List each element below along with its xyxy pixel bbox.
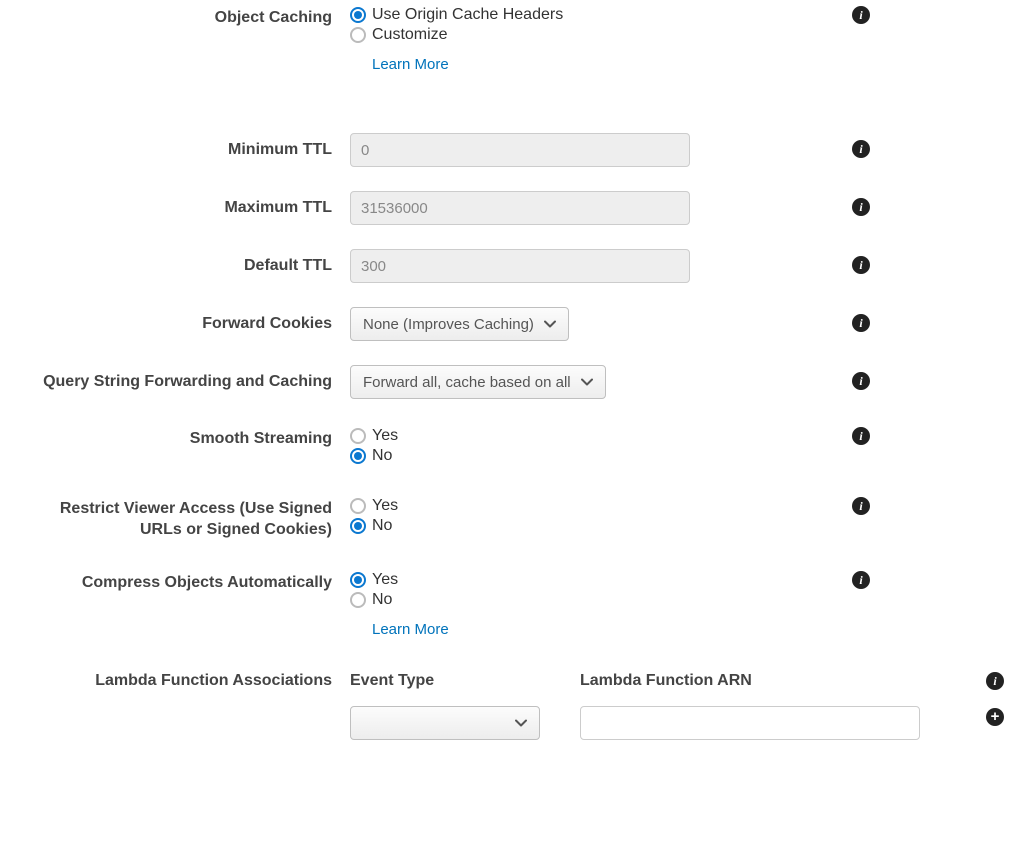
row-maximum-ttl: Maximum TTL i [20,191,1004,225]
learn-more-link[interactable]: Learn More [372,621,449,638]
radio-customize[interactable]: Customize [350,26,830,44]
row-query-string: Query String Forwarding and Caching Forw… [20,365,1004,399]
radio-icon[interactable] [350,7,366,23]
dropdown-value: Forward all, cache based on all [363,374,571,391]
info-icon[interactable]: i [852,256,870,274]
row-minimum-ttl: Minimum TTL i [20,133,1004,167]
header-arn: Lambda Function ARN [580,672,946,690]
row-restrict-viewer: Restrict Viewer Access (Use Signed URLs … [20,497,1004,541]
input-minimum-ttl[interactable] [350,133,690,167]
radio-compress-no[interactable]: No [350,591,830,609]
info-icon[interactable]: i [852,372,870,390]
radio-label: Yes [372,497,398,515]
radio-icon[interactable] [350,498,366,514]
row-lambda: Lambda Function Associations Event Type … [20,672,1004,740]
dropdown-event-type[interactable] [350,706,540,740]
header-event-type: Event Type [350,672,540,690]
info-icon[interactable]: i [852,497,870,515]
label-lambda: Lambda Function Associations [20,672,350,690]
lambda-arn-col: Lambda Function ARN [580,672,946,740]
info-icon[interactable]: i [986,672,1004,690]
chevron-down-icon [544,320,556,328]
row-smooth-streaming: Smooth Streaming Yes No i [20,427,1004,467]
radio-icon[interactable] [350,448,366,464]
info-icon[interactable]: i [852,427,870,445]
learn-more-link[interactable]: Learn More [372,56,449,73]
chevron-down-icon [515,719,527,727]
info-icon[interactable]: i [852,314,870,332]
info-icon[interactable]: i [852,140,870,158]
info-icon[interactable]: i [852,198,870,216]
label-restrict-viewer: Restrict Viewer Access (Use Signed URLs … [20,497,350,541]
label-default-ttl: Default TTL [20,249,350,277]
dropdown-forward-cookies[interactable]: None (Improves Caching) [350,307,569,341]
input-lambda-arn[interactable] [580,706,920,740]
radio-label: No [372,591,392,609]
dropdown-value: None (Improves Caching) [363,316,534,333]
row-default-ttl: Default TTL i [20,249,1004,283]
input-default-ttl[interactable] [350,249,690,283]
row-forward-cookies: Forward Cookies None (Improves Caching) … [20,307,1004,341]
info-icon[interactable]: i [852,571,870,589]
lambda-event-type-col: Event Type [350,672,540,740]
radio-label: Customize [372,26,448,44]
chevron-down-icon [581,378,593,386]
label-forward-cookies: Forward Cookies [20,307,350,335]
label-smooth-streaming: Smooth Streaming [20,427,350,450]
info-icon[interactable]: i [852,6,870,24]
row-compress: Compress Objects Automatically Yes No Le… [20,571,1004,638]
dropdown-query-string[interactable]: Forward all, cache based on all [350,365,606,399]
radio-restrict-no[interactable]: No [350,517,830,535]
radio-icon[interactable] [350,572,366,588]
radio-smooth-yes[interactable]: Yes [350,427,830,445]
radio-label: No [372,517,392,535]
radio-smooth-no[interactable]: No [350,447,830,465]
row-object-caching: Object Caching Use Origin Cache Headers … [20,6,1004,73]
radio-label: Use Origin Cache Headers [372,6,563,24]
radio-use-origin-cache-headers[interactable]: Use Origin Cache Headers [350,6,830,24]
radio-icon[interactable] [350,518,366,534]
radio-icon[interactable] [350,428,366,444]
radio-label: Yes [372,427,398,445]
radio-icon[interactable] [350,592,366,608]
label-query-string: Query String Forwarding and Caching [20,365,350,393]
label-compress: Compress Objects Automatically [20,571,350,594]
radio-icon[interactable] [350,27,366,43]
label-object-caching: Object Caching [20,6,350,29]
label-maximum-ttl: Maximum TTL [20,191,350,219]
radio-label: No [372,447,392,465]
plus-icon[interactable]: + [986,708,1004,726]
input-maximum-ttl[interactable] [350,191,690,225]
radio-restrict-yes[interactable]: Yes [350,497,830,515]
radio-compress-yes[interactable]: Yes [350,571,830,589]
label-minimum-ttl: Minimum TTL [20,133,350,161]
radio-label: Yes [372,571,398,589]
